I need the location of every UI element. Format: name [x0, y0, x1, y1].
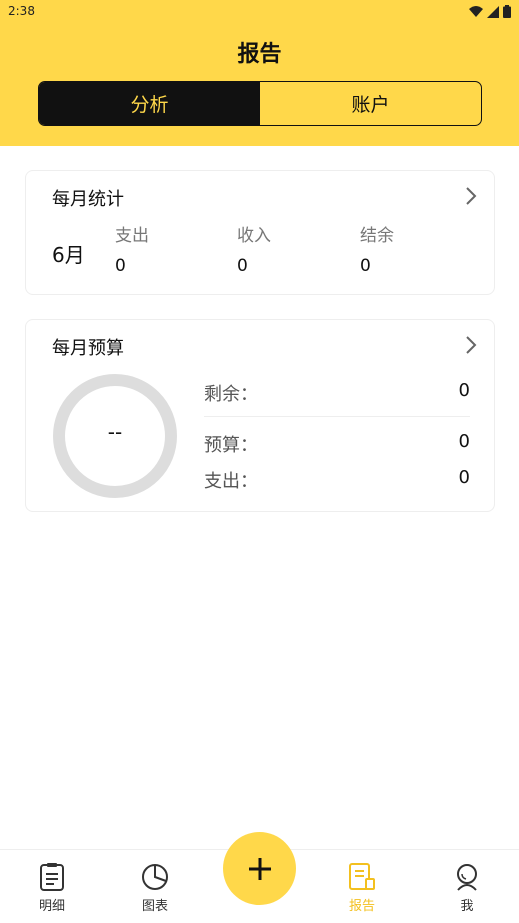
stat-value: 0	[115, 256, 126, 276]
battery-icon	[503, 3, 511, 22]
budget-row-budget: 预算： 0	[204, 431, 470, 457]
stat-label: 收入	[237, 226, 271, 246]
budget-row-remaining: 剩余： 0	[204, 380, 470, 406]
nav-label: 图表	[141, 899, 168, 914]
nav-label: 我	[460, 899, 474, 914]
stat-expense: 支出 0	[115, 221, 149, 276]
stat-income: 收入 0	[237, 221, 271, 276]
stat-label: 结余	[360, 226, 394, 246]
page-title: 报告	[237, 42, 282, 67]
budget-row-expense: 支出： 0	[204, 467, 470, 493]
profile-icon	[457, 864, 477, 891]
budget-row-value: 0	[458, 467, 470, 488]
signal-icon	[487, 3, 499, 22]
budget-row-value: 0	[458, 431, 470, 452]
status-time: 2:38	[8, 4, 35, 18]
chevron-right-icon[interactable]	[464, 185, 478, 207]
list-document-icon	[40, 863, 64, 891]
budget-row-value: 0	[458, 380, 470, 401]
monthly-stats-title: 每月统计	[52, 189, 124, 210]
budget-divider	[204, 416, 470, 417]
tab-accounts[interactable]: 账户	[260, 82, 481, 125]
tab-analysis[interactable]: 分析	[39, 82, 260, 125]
stat-value: 0	[360, 256, 371, 276]
budget-row-label: 预算：	[204, 435, 258, 456]
stat-label: 支出	[115, 226, 149, 246]
status-bar: 2:38	[0, 0, 519, 22]
chevron-right-icon[interactable]	[464, 334, 478, 356]
report-icon	[349, 863, 375, 890]
nav-item-charts[interactable]: 图表	[120, 862, 190, 914]
monthly-stats-card[interactable]: 每月统计 6月 支出 0 收入 0 结余 0	[25, 170, 495, 295]
nav-item-reports[interactable]: 报告	[327, 862, 397, 914]
wifi-icon	[469, 3, 483, 22]
stat-balance: 结余 0	[360, 221, 394, 276]
status-icons	[469, 3, 511, 22]
budget-row-label: 支出：	[204, 471, 258, 492]
header: 2:38 报告 分析 账户	[0, 0, 519, 146]
monthly-budget-title: 每月预算	[52, 338, 124, 359]
monthly-budget-card[interactable]: 每月预算 -- 剩余： 0 预算： 0 支出： 0	[25, 319, 495, 512]
budget-ring-text: --	[107, 420, 123, 444]
nav-item-details[interactable]: 明细	[17, 862, 87, 914]
add-record-button[interactable]	[223, 832, 296, 905]
plus-icon	[248, 857, 271, 880]
pie-chart-icon	[142, 864, 168, 890]
nav-label: 报告	[348, 899, 375, 914]
budget-row-label: 剩余：	[204, 384, 258, 405]
view-segmented-control: 分析 账户	[38, 81, 482, 126]
nav-item-profile[interactable]: 我	[432, 862, 502, 914]
stat-value: 0	[237, 256, 248, 276]
month-label: 6月	[52, 243, 85, 267]
nav-label: 明细	[38, 899, 65, 914]
